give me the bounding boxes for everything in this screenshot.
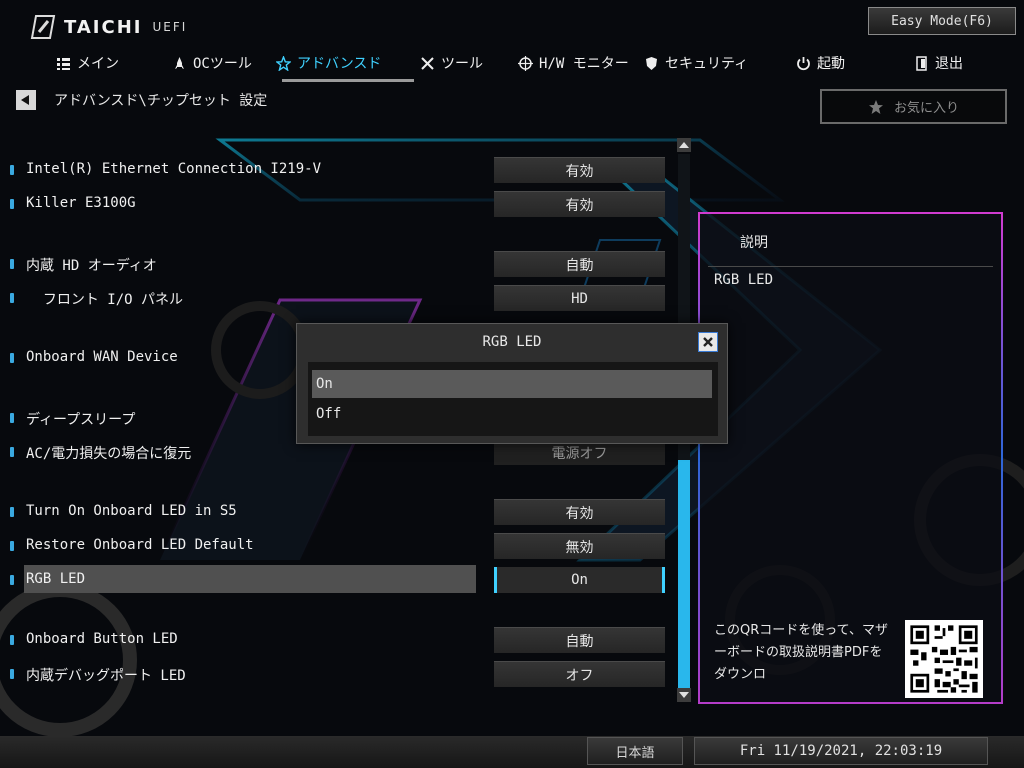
setting-row-debug-port-led[interactable]: 内蔵デバッグポート LED オフ (0, 661, 672, 687)
logo-subtext: UEFI (152, 20, 188, 34)
row-marker (10, 199, 14, 209)
setting-value[interactable]: 有効 (494, 157, 665, 183)
row-marker (10, 293, 14, 303)
tab-oc-tools[interactable]: OCツール (172, 50, 276, 76)
row-marker (10, 635, 14, 645)
rgb-led-dialog: RGB LED On Off (296, 323, 728, 444)
setting-row-front-io[interactable]: フロント I/O パネル HD (0, 285, 672, 311)
setting-label: Turn On Onboard LED in S5 (26, 503, 237, 519)
setting-label: AC/電力損失の場合に復元 (26, 446, 192, 462)
language-button[interactable]: 日本語 (587, 737, 683, 765)
row-marker (10, 447, 14, 457)
description-divider (708, 266, 993, 267)
logo: TAICHI UEFI (30, 14, 187, 40)
close-icon[interactable] (698, 332, 718, 352)
tab-oc-tools-label: OCツール (193, 56, 252, 72)
setting-label: フロント I/O パネル (26, 292, 184, 308)
qr-code-icon (905, 620, 983, 698)
option-off[interactable]: Off (312, 400, 712, 428)
main-nav: メイン OCツール アドバンスド ツール H/W モニター セキュリティ 起動 … (56, 50, 994, 82)
tab-hw-monitor[interactable]: H/W モニター (518, 50, 644, 76)
setting-row-restore-led[interactable]: Restore Onboard LED Default 無効 (0, 533, 672, 559)
setting-row-button-led[interactable]: Onboard Button LED 自動 (0, 627, 672, 653)
setting-value[interactable]: On (494, 567, 665, 593)
list-icon (57, 57, 70, 70)
tab-advanced[interactable]: アドバンスド (276, 50, 420, 82)
row-marker (10, 507, 14, 517)
setting-label: 内蔵デバッグポート LED (26, 668, 186, 684)
easy-mode-button[interactable]: Easy Mode(F6) (868, 7, 1016, 35)
setting-row-led-s5[interactable]: Turn On Onboard LED in S5 有効 (0, 499, 672, 525)
setting-row-rgb-led[interactable]: RGB LED On (0, 565, 672, 593)
setting-label: RGB LED (26, 571, 86, 587)
setting-value[interactable]: HD (494, 285, 665, 311)
shield-icon (646, 56, 657, 70)
tools-icon (421, 56, 434, 70)
scrollbar-thumb[interactable] (678, 460, 690, 688)
back-arrow-icon[interactable] (16, 90, 36, 110)
tab-advanced-label: アドバンスド (297, 56, 382, 72)
tab-security[interactable]: セキュリティ (644, 50, 796, 76)
exit-icon (916, 55, 927, 71)
setting-label: Onboard Button LED (26, 631, 178, 647)
setting-row-killer[interactable]: Killer E3100G 有効 (0, 191, 672, 217)
option-on[interactable]: On (312, 370, 712, 398)
setting-label: Killer E3100G (26, 195, 136, 211)
dialog-options-list: On Off (308, 362, 718, 436)
tab-hw-monitor-label: H/W モニター (539, 56, 629, 72)
star-icon (868, 99, 883, 114)
tab-exit-label: 退出 (935, 56, 963, 72)
row-marker (10, 541, 14, 551)
setting-value[interactable]: 自動 (494, 251, 665, 277)
qr-description-text: このQRコードを使って、マザーボードの取扱説明書PDFをダウンロ (714, 623, 888, 682)
star-icon (276, 55, 291, 71)
setting-value[interactable]: 有効 (494, 499, 665, 525)
favorites-button[interactable]: お気に入り (820, 89, 1007, 124)
description-text: RGB LED (714, 272, 774, 288)
power-icon (797, 56, 810, 70)
tab-main[interactable]: メイン (56, 50, 172, 76)
tab-tools-label: ツール (441, 56, 483, 72)
setting-label: Restore Onboard LED Default (26, 537, 254, 553)
setting-row-intel-ethernet[interactable]: Intel(R) Ethernet Connection I219-V 有効 (0, 157, 672, 183)
tab-exit[interactable]: 退出 (914, 50, 994, 76)
row-marker (10, 575, 14, 585)
tab-boot-label: 起動 (817, 56, 845, 72)
setting-label: 内蔵 HD オーディオ (26, 258, 157, 274)
description-title: 説明 (740, 235, 768, 251)
setting-value[interactable]: 有効 (494, 191, 665, 217)
setting-value[interactable]: 自動 (494, 627, 665, 653)
favorites-label: お気に入り (893, 101, 959, 116)
dialog-title: RGB LED (482, 334, 542, 350)
close-x-glyph (703, 337, 713, 347)
rocket-icon (175, 56, 184, 69)
tab-security-label: セキュリティ (665, 56, 749, 72)
scroll-down-arrow-icon[interactable] (677, 688, 691, 702)
row-marker (10, 165, 14, 175)
breadcrumb-path: アドバンスド\チップセット 設定 (54, 93, 268, 109)
taichi-logo-icon (30, 15, 56, 39)
crosshair-icon (518, 55, 533, 71)
setting-value[interactable]: 無効 (494, 533, 665, 559)
setting-row-hd-audio[interactable]: 内蔵 HD オーディオ 自動 (0, 251, 672, 277)
setting-label: ディープスリープ (26, 412, 136, 428)
tab-main-label: メイン (77, 56, 119, 72)
tab-tools[interactable]: ツール (420, 50, 518, 76)
scroll-up-arrow-icon[interactable] (677, 138, 691, 152)
setting-label: Intel(R) Ethernet Connection I219-V (26, 161, 322, 177)
breadcrumb: アドバンスド\チップセット 設定 (16, 90, 267, 110)
selected-row-highlight (24, 565, 476, 593)
row-marker (10, 259, 14, 269)
datetime-display: Fri 11/19/2021, 22:03:19 (694, 737, 988, 765)
tab-boot[interactable]: 起動 (796, 50, 914, 76)
logo-text: TAICHI (64, 16, 143, 38)
description-panel: 説明 RGB LED このQRコードを使って、マザーボードの取扱説明書PDFをダ… (698, 212, 1003, 704)
row-marker (10, 413, 14, 423)
setting-value[interactable]: オフ (494, 661, 665, 687)
row-marker (10, 669, 14, 679)
setting-label: Onboard WAN Device (26, 349, 178, 365)
row-marker (10, 353, 14, 363)
